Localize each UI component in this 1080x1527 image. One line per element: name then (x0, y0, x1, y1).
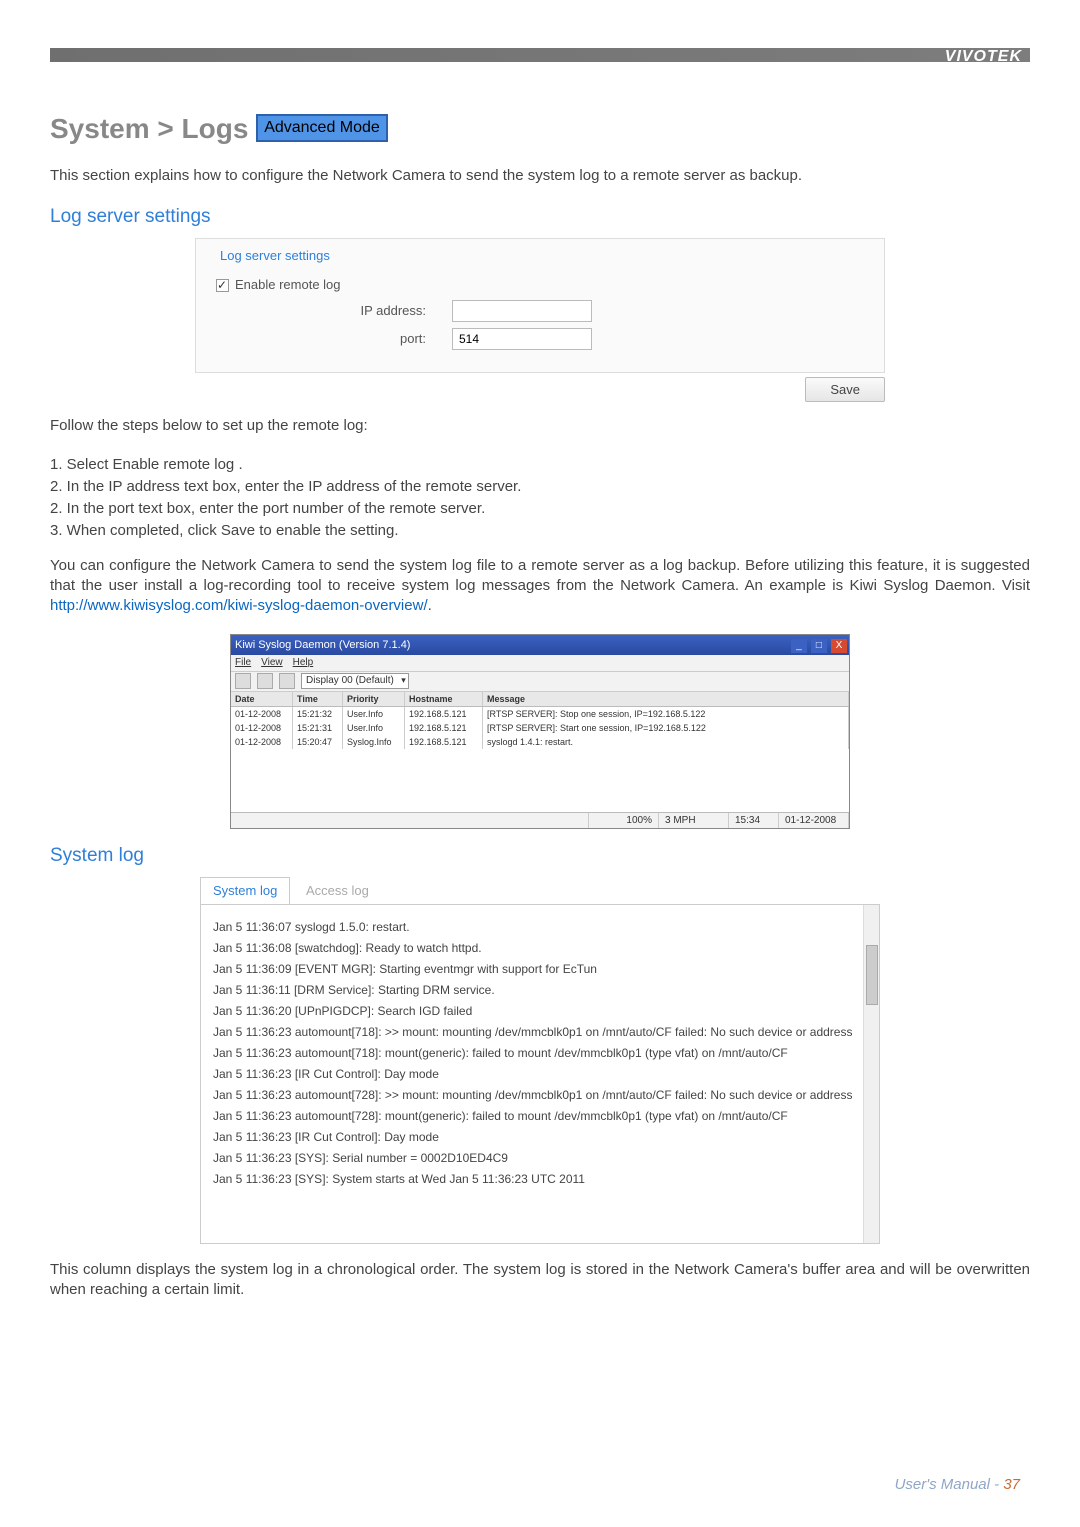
advanced-mode-badge: Advanced Mode (256, 114, 388, 142)
panel-legend: Log server settings (216, 247, 334, 265)
log-line: Jan 5 11:36:23 [IR Cut Control]: Day mod… (213, 1128, 867, 1146)
col-priority: Priority (343, 692, 405, 706)
kiwi-row: 01-12-200815:21:31User.Info192.168.5.121… (231, 721, 849, 735)
maximize-icon[interactable]: □ (811, 639, 827, 653)
col-date: Date (231, 692, 293, 706)
col-message: Message (483, 692, 849, 706)
kiwi-row: 01-12-200815:20:47Syslog.Info192.168.5.1… (231, 735, 849, 749)
toolbar-icon[interactable] (279, 673, 295, 689)
ip-address-label: IP address: (216, 302, 426, 320)
step-item: 3. When completed, click Save to enable … (50, 521, 1030, 541)
kiwi-titlebar-text: Kiwi Syslog Daemon (Version 7.1.4) (235, 638, 410, 653)
log-line: Jan 5 11:36:23 automount[728]: mount(gen… (213, 1107, 867, 1125)
save-button[interactable]: Save (805, 377, 885, 403)
tab-system-log[interactable]: System log (200, 877, 290, 905)
log-line: Jan 5 11:36:11 [DRM Service]: Starting D… (213, 981, 867, 999)
minimize-icon[interactable]: _ (791, 639, 807, 653)
toolbar-icon[interactable] (235, 673, 251, 689)
log-line: Jan 5 11:36:20 [UPnPIGDCP]: Search IGD f… (213, 1002, 867, 1020)
step-item: 2. In the IP address text box, enter the… (50, 477, 1030, 497)
scroll-thumb[interactable] (866, 945, 878, 1005)
page-title: System > Logs Advanced Mode (50, 110, 1030, 148)
log-server-panel: Log server settings Enable remote log IP… (195, 238, 885, 373)
kiwi-paragraph: You can configure the Network Camera to … (50, 556, 1030, 617)
closing-text: This column displays the system log in a… (50, 1260, 1030, 1301)
page-footer: User's Manual - 37 (895, 1476, 1020, 1493)
display-select[interactable]: Display 00 (Default) (301, 673, 409, 689)
col-hostname: Hostname (405, 692, 483, 706)
system-log-box: Jan 5 11:36:07 syslogd 1.5.0: restart. Ja… (200, 904, 880, 1244)
status-mph: 3 MPH (659, 813, 729, 828)
step-item: 1. Select Enable remote log . (50, 455, 1030, 475)
log-line: Jan 5 11:36:23 automount[718]: >> mount:… (213, 1023, 867, 1041)
breadcrumb: System > Logs (50, 113, 248, 144)
toolbar-icon[interactable] (257, 673, 273, 689)
kiwi-link[interactable]: http://www.kiwisyslog.com/kiwi-syslog-da… (50, 597, 428, 614)
kiwi-menubar[interactable]: FileViewHelp (231, 655, 849, 672)
log-line: Jan 5 11:36:23 [SYS]: Serial number = 00… (213, 1149, 867, 1167)
steps-list: 1. Select Enable remote log . 2. In the … (50, 455, 1030, 542)
port-input[interactable] (452, 328, 592, 350)
kiwi-window: Kiwi Syslog Daemon (Version 7.1.4) _ □ X… (230, 634, 850, 829)
kiwi-row: 01-12-200815:21:32User.Info192.168.5.121… (231, 707, 849, 721)
enable-remote-log-checkbox[interactable] (216, 279, 229, 292)
status-date: 01-12-2008 (779, 813, 849, 828)
status-percent: 100% (589, 813, 659, 828)
log-line: Jan 5 11:36:08 [swatchdog]: Ready to wat… (213, 939, 867, 957)
log-line: Jan 5 11:36:23 [IR Cut Control]: Day mod… (213, 1065, 867, 1083)
log-server-settings-heading: Log server settings (50, 204, 1030, 230)
follow-text: Follow the steps below to set up the rem… (50, 416, 1030, 436)
step-item: 2. In the port text box, enter the port … (50, 499, 1030, 519)
port-label: port: (216, 330, 426, 348)
log-line: Jan 5 11:36:07 syslogd 1.5.0: restart. (213, 918, 867, 936)
intro-text: This section explains how to configure t… (50, 166, 1030, 186)
col-time: Time (293, 692, 343, 706)
enable-remote-log-label: Enable remote log (235, 276, 341, 294)
close-icon[interactable]: X (831, 639, 847, 653)
log-line: Jan 5 11:36:09 [EVENT MGR]: Starting eve… (213, 960, 867, 978)
brand-logo: VIVOTEK (945, 48, 1022, 66)
system-log-heading: System log (50, 843, 1030, 869)
status-time: 15:34 (729, 813, 779, 828)
log-line: Jan 5 11:36:23 automount[728]: >> mount:… (213, 1086, 867, 1104)
log-line: Jan 5 11:36:23 [SYS]: System starts at W… (213, 1170, 867, 1188)
tab-access-log[interactable]: Access log (294, 878, 381, 904)
ip-address-input[interactable] (452, 300, 592, 322)
scrollbar[interactable] (863, 905, 879, 1243)
log-line: Jan 5 11:36:23 automount[718]: mount(gen… (213, 1044, 867, 1062)
